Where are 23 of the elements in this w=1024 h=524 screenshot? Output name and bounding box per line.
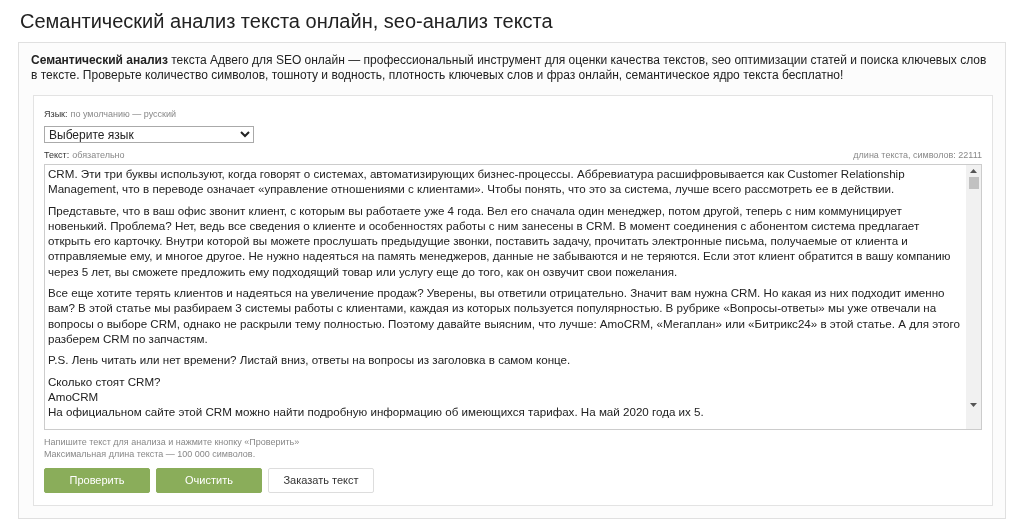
text-label: Текст: xyxy=(44,148,70,162)
page-title: Семантический анализ текста онлайн, seo-анализ текста xyxy=(20,9,554,34)
text-paragraph: P.S. Лень читать или нет времени? Листай вниз, ответы на вопросы из заголовка в самом конце. xyxy=(48,352,572,368)
text-paragraph: На официальном сайте этой CRM можно найти подробную информацию об имеющихся тарифах. На май 2020 года их 5. xyxy=(48,404,705,420)
language-label: Язык: xyxy=(44,108,68,121)
text-length: длина текста, символов: 22111 xyxy=(853,148,982,162)
down-arrow-icon xyxy=(970,403,977,407)
help-text: Напишите текст для анализа и нажмите кнопку «Проверить» xyxy=(44,436,301,448)
help-text: Максимальная длина текста — 100 000 символов. xyxy=(44,448,257,460)
scrollbar-thumb[interactable] xyxy=(968,177,979,189)
up-arrow-icon xyxy=(970,169,977,173)
scrollbar[interactable] xyxy=(966,165,981,429)
language-select[interactable]: Выберите язык xyxy=(44,125,254,143)
text-paragraph: AmoCRM xyxy=(48,388,100,405)
text-paragraph: Сколько стоят CRM? xyxy=(48,373,162,389)
language-hint: по умолчанию — русский xyxy=(70,108,177,121)
text-input-field[interactable] xyxy=(44,164,982,430)
action-button[interactable]: Заказать текст xyxy=(268,468,374,493)
text-hint: обязательно xyxy=(72,148,125,162)
text-paragraph: Представьте, что в ваш офис звонит клиент, с которым вы работаете уже 4 года. Вел его сначала один менеджер, потом другой, теперь с ним коммуницирует новенький. Проблема? Нет, ведь все сведения о клиенте и особенностях работы с ним занесены в CRM. В момент соединения с абонентом система предлагает открыть его карточку. Внутри которой вы можете прослушать предыдущие звонки, поставить задачу, прочитать электронные письма, получаемые от клиента и отправляемые ему, и многое другое. Не нужно надеяться на память менеджеров, данные не забываются и не теряются. Если этот клиент обратится в вашу компанию через 5 лет, вы сможете предложить ему подходящий товар или услугу еще до того, как он озвучит свои пожелания. xyxy=(48,202,952,280)
intro-paragraph: Семантический анализ текста Адвего для SEO онлайн — профессиональный инструмент для оценки качества текстов, seo оптимизации статей и поиска ключевых слов в тексте. Проверьте количество символов, тошноту и водность, плотность ключевых слов и фраз онлайн, семантическое ядро текста бесплатно! xyxy=(31,53,988,83)
text-paragraph: CRM. Эти три буквы используют, когда говорят о системах, автоматизирующих бизнес-процессы. Аббревиатура расшифровывается как Customer Relationship Management, что в переводе означает «управление отношениями с клиентами». Чтобы понять, что это за система, лучше всего рассмотреть ее в действии. xyxy=(48,166,906,197)
text-paragraph: Все еще хотите терять клиентов и надеяться на увеличение продаж? Уверены, вы ответили отрицательно. Значит вам нужна CRM. Но какая из них подходит именно вам? В этой статье мы разбираем 3 системы работы с клиентами, каждая из которых пользуется популярностью. В рубрике «Вопросы-ответы» мы уже отвечали на вопросы о выборе CRM, однако не раскрыли тему полностью. Поэтому давайте выясним, что лучше: AmoCRM, «Мегаплан» или «Битрикс24» в этой статье. А для этого разберем CRM по запчастям. xyxy=(48,285,961,347)
